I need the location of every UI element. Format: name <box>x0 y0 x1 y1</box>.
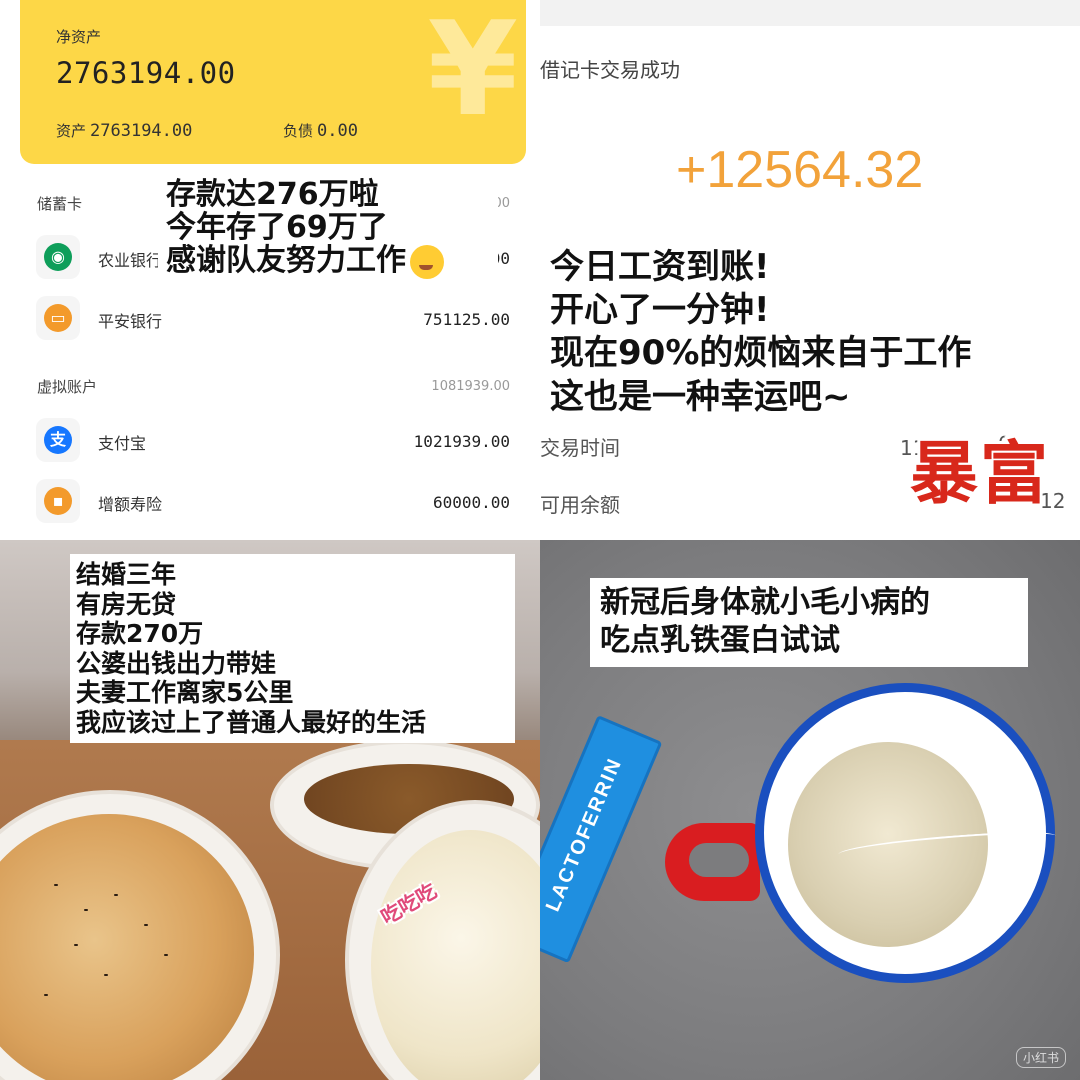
caption-overlay: 新冠后身体就小毛小病的 吃点乳铁蛋白试试 <box>590 578 1028 667</box>
net-assets-label: 净资产 <box>56 28 102 46</box>
watermark: 小红书 <box>1015 1047 1066 1068</box>
transaction-screenshot-panel: 借记卡交易成功 +12564.32 今日工资到账! 开心了一分钟! 现在90%的… <box>540 0 1080 540</box>
caption-line: 有房无贷 <box>76 589 177 619</box>
transaction-amount: +12564.32 <box>676 141 924 199</box>
caption-line: 我应该过上了普通人最好的生活 <box>76 707 427 737</box>
debt-summary: 负债 0.00 <box>283 120 358 141</box>
account-name: 平安银行 <box>98 312 163 331</box>
virtual-section-label: 虚拟账户 <box>37 378 98 396</box>
mug-handle <box>665 823 760 901</box>
virtual-section-total: 1081939.00 <box>431 379 510 394</box>
yen-icon: ¥ <box>427 0 518 145</box>
account-row-insurance[interactable]: ▪ 增额寿险 60000.00 <box>36 479 510 527</box>
debt-label: 负债 <box>283 122 314 140</box>
caption-line: 开心了一分钟! <box>550 290 770 331</box>
caption-line: 感谢队友努力工作 <box>166 244 488 279</box>
savings-section-label: 储蓄卡 <box>37 195 83 213</box>
caption-line: 这也是一种幸运吧~ <box>550 376 851 417</box>
debt-value: 0.00 <box>317 121 358 141</box>
caption-line: 吃点乳铁蛋白试试 <box>600 622 840 658</box>
lactoferrin-photo-panel: LACTOFERRIN 新冠后身体就小毛小病的 吃点乳铁蛋白试试 小红书 <box>540 540 1080 1080</box>
party-face-icon <box>410 244 444 279</box>
account-name: 支付宝 <box>98 434 147 453</box>
caption-line: 公婆出钱出力带娃 <box>76 648 277 678</box>
caption-overlay: 结婚三年 有房无贷 存款270万 公婆出钱出力带娃 夫妻工作离家5公里 我应该过… <box>70 554 515 743</box>
caption-line: 结婚三年 <box>76 560 177 589</box>
caption-line: 存款达276万啦 <box>166 177 379 212</box>
caption-overlay: 今日工资到账! 开心了一分钟! 现在90%的烦恼来自于工作 这也是一种幸运吧~ <box>546 240 1080 423</box>
assets-label: 资产 <box>56 122 87 140</box>
status-bar <box>540 0 1080 26</box>
abc-bank-icon: ◉ <box>36 235 80 279</box>
net-assets-value: 2763194.00 <box>56 56 236 90</box>
account-amount: 60000.00 <box>432 493 510 512</box>
caption-line: 现在90%的烦恼来自于工作 <box>550 333 972 374</box>
caption-overlay: 存款达276万啦 今年存了69万了 感谢队友努力工作 <box>158 170 498 289</box>
transaction-time-label: 交易时间 <box>540 436 620 460</box>
account-amount: 1021939.00 <box>413 432 510 451</box>
wallet-icon: ▪ <box>36 479 80 523</box>
net-assets-card[interactable]: ¥ 净资产 2763194.00 资产 2763194.00 负债 0.00 <box>20 0 526 164</box>
assets-value: 2763194.00 <box>90 121 193 141</box>
caption-line: 夫妻工作离家5公里 <box>76 678 294 707</box>
caption-line: 新冠后身体就小毛小病的 <box>600 585 930 620</box>
caption-line: 今日工资到账! <box>550 247 770 287</box>
fortune-sticker: 暴富 <box>910 434 1051 514</box>
account-name: 农业银行 <box>98 251 163 270</box>
account-row-pingan[interactable]: ▭ 平安银行 751125.00 <box>36 296 510 344</box>
alipay-icon: 支 <box>36 418 80 462</box>
assets-summary: 资产 2763194.00 <box>56 120 192 141</box>
account-row-alipay[interactable]: 支 支付宝 1021939.00 <box>36 418 510 466</box>
balance-label: 可用余额 <box>540 493 620 517</box>
food-photo-panel: 结婚三年 有房无贷 存款270万 公婆出钱出力带娃 夫妻工作离家5公里 我应该过… <box>0 540 540 1080</box>
caption-line: 今年存了69万了 <box>166 210 388 245</box>
caption-line: 存款270万 <box>76 619 204 648</box>
transaction-title: 借记卡交易成功 <box>540 58 680 82</box>
asset-screenshot-panel: ¥ 净资产 2763194.00 资产 2763194.00 负债 0.00 储蓄卡… <box>0 0 540 540</box>
card-icon: ▭ <box>36 296 80 340</box>
account-amount: 751125.00 <box>423 310 510 329</box>
account-name: 增额寿险 <box>98 495 163 514</box>
